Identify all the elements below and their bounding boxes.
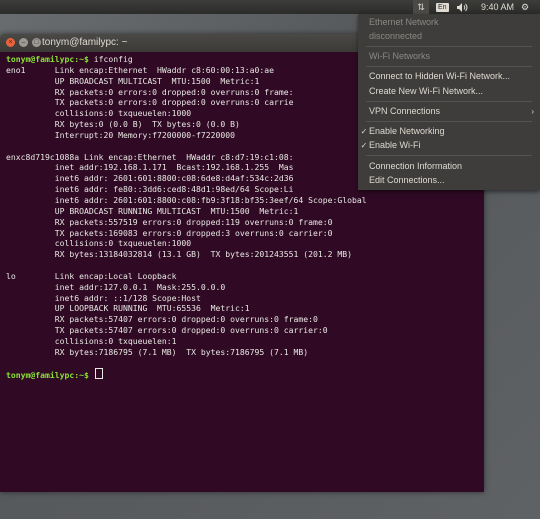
enable-wifi-item[interactable]: ✓ Enable Wi-Fi xyxy=(358,138,540,152)
maximize-icon: □ xyxy=(34,39,39,46)
terminal-line-text: RX packets:0 errors:0 dropped:0 overruns… xyxy=(6,86,294,97)
maximize-button[interactable]: □ xyxy=(32,38,41,47)
terminal-line: RX packets:57407 errors:0 dropped:0 over… xyxy=(6,314,484,325)
terminal-line-text: inet6 addr: ::1/128 Scope:Host xyxy=(6,292,201,303)
wifi-networks-header: Wi-Fi Networks xyxy=(358,49,540,63)
keyboard-indicator[interactable]: En xyxy=(436,0,449,14)
window-title: tonym@familypc: ~ xyxy=(42,37,128,48)
terminal-line-text: UP BROADCAST RUNNING MULTICAST MTU:1500 … xyxy=(6,205,299,216)
chevron-right-icon: › xyxy=(531,106,534,116)
terminal-line-text: inet addr:127.0.0.1 Mask:255.0.0.0 xyxy=(6,281,226,292)
top-panel: ⇅ En 9:40 AM ⚙ xyxy=(0,0,540,14)
vpn-label: VPN Connections xyxy=(369,106,441,116)
enable-networking-item[interactable]: ✓ Enable Networking xyxy=(358,124,540,138)
speaker-icon xyxy=(457,2,468,12)
menu-separator xyxy=(366,155,532,156)
terminal-line: lo Link encap:Local Loopback xyxy=(6,271,484,282)
terminal-line: RX bytes:13184032814 (13.1 GB) TX bytes:… xyxy=(6,249,484,260)
terminal-line-text: TX packets:0 errors:0 dropped:0 overruns… xyxy=(6,97,294,108)
terminal-line-text: TX packets:57407 errors:0 dropped:0 over… xyxy=(6,325,328,336)
minimize-icon: – xyxy=(21,39,26,46)
shell-prompt: tonym@familypc:~$ xyxy=(6,54,89,64)
terminal-line-text: RX packets:557519 errors:0 dropped:119 o… xyxy=(6,216,333,227)
terminal-line: RX packets:557519 errors:0 dropped:119 o… xyxy=(6,217,484,228)
terminal-line-text: inet addr:192.168.1.171 Bcast:192.168.1.… xyxy=(6,162,294,173)
wifi-header-label: Wi-Fi Networks xyxy=(369,51,430,61)
connect-hidden-label: Connect to Hidden Wi-Fi Network... xyxy=(369,71,511,81)
terminal-line: TX packets:169083 errors:0 dropped:3 ove… xyxy=(6,228,484,239)
connection-information-item[interactable]: Connection Information xyxy=(358,159,540,173)
terminal-line: collisions:0 txqueuelen:1 xyxy=(6,336,484,347)
ethernet-status: disconnected xyxy=(358,29,540,43)
enable-networking-label: Enable Networking xyxy=(369,126,445,136)
volume-indicator[interactable] xyxy=(457,0,469,14)
menu-separator xyxy=(366,121,532,122)
connection-info-label: Connection Information xyxy=(369,161,463,171)
terminal-line: collisions:0 txqueuelen:1000 xyxy=(6,238,484,249)
terminal-line-text: UP BROADCAST MULTICAST MTU:1500 Metric:1 xyxy=(6,75,260,86)
network-arrows-icon: ⇅ xyxy=(417,1,425,12)
terminal-line: RX bytes:7186795 (7.1 MB) TX bytes:71867… xyxy=(6,347,484,358)
close-button[interactable]: × xyxy=(6,38,15,47)
terminal-line-text: eno1 Link encap:Ethernet HWaddr c8:60:00… xyxy=(6,64,275,75)
terminal-line: UP LOOPBACK RUNNING MTU:65536 Metric:1 xyxy=(6,303,484,314)
terminal-line-text: lo Link encap:Local Loopback xyxy=(6,270,177,281)
connect-hidden-wifi-item[interactable]: Connect to Hidden Wi-Fi Network... xyxy=(358,69,540,83)
system-menu-indicator[interactable]: ⚙ xyxy=(521,0,529,14)
terminal-line-text xyxy=(89,370,94,380)
menu-separator xyxy=(366,66,532,67)
menu-separator xyxy=(366,46,532,47)
edit-connections-label: Edit Connections... xyxy=(369,175,445,185)
terminal-line: tonym@familypc:~$ xyxy=(6,368,484,381)
terminal-line-text: inet6 addr: fe80::3dd6:ced8:48d1:98ed/64… xyxy=(6,184,294,195)
terminal-line-text: collisions:0 txqueuelen:1 xyxy=(6,335,177,346)
terminal-line-text: UP LOOPBACK RUNNING MTU:65536 Metric:1 xyxy=(6,303,250,314)
shell-prompt: tonym@familypc:~$ xyxy=(6,370,89,381)
terminal-line-text: ifconfig xyxy=(88,54,133,64)
edit-connections-item[interactable]: Edit Connections... xyxy=(358,173,540,187)
menu-separator xyxy=(366,101,532,102)
clock-label: 9:40 AM xyxy=(481,2,515,12)
ethernet-network-header: Ethernet Network xyxy=(358,15,540,29)
terminal-line: TX packets:57407 errors:0 dropped:0 over… xyxy=(6,325,484,336)
network-menu: Ethernet Network disconnected Wi-Fi Netw… xyxy=(358,14,540,190)
terminal-line-text: collisions:0 txqueuelen:1000 xyxy=(6,108,192,119)
terminal-line: inet6 addr: 2601:601:8800:c08:fb9:3f18:b… xyxy=(6,195,484,206)
enable-wifi-label: Enable Wi-Fi xyxy=(369,140,421,150)
terminal-line-text: RX bytes:7186795 (7.1 MB) TX bytes:71867… xyxy=(6,346,309,357)
terminal-cursor xyxy=(94,368,103,380)
network-indicator[interactable]: ⇅ xyxy=(413,0,429,14)
terminal-line-text: RX bytes:0 (0.0 B) TX bytes:0 (0.0 B) xyxy=(6,119,240,130)
gear-icon: ⚙ xyxy=(521,1,530,12)
minimize-button[interactable]: – xyxy=(19,38,28,47)
checkmark-icon: ✓ xyxy=(360,126,368,136)
terminal-line: UP BROADCAST RUNNING MULTICAST MTU:1500 … xyxy=(6,206,484,217)
terminal-line-text: RX packets:57407 errors:0 dropped:0 over… xyxy=(6,314,318,325)
vpn-connections-item[interactable]: VPN Connections › xyxy=(358,104,540,118)
terminal-line: inet6 addr: ::1/128 Scope:Host xyxy=(6,293,484,304)
terminal-line-text: inet6 addr: 2601:601:8800:c08:6de8:d4af:… xyxy=(6,173,294,184)
checkmark-icon: ✓ xyxy=(360,140,368,150)
terminal-line-text: TX packets:169083 errors:0 dropped:3 ove… xyxy=(6,227,333,238)
terminal-line-text: enxc8d719c1088a Link encap:Ethernet HWad… xyxy=(6,151,294,162)
terminal-line-text: collisions:0 txqueuelen:1000 xyxy=(6,238,192,249)
keyboard-layout-label: En xyxy=(436,2,449,12)
create-wifi-item[interactable]: Create New Wi-Fi Network... xyxy=(358,84,540,98)
ethernet-status-label: disconnected xyxy=(369,31,423,41)
terminal-line-text: inet6 addr: 2601:601:8800:c08:fb9:3f18:b… xyxy=(6,194,367,205)
clock[interactable]: 9:40 AM xyxy=(481,0,514,14)
terminal-line: inet addr:127.0.0.1 Mask:255.0.0.0 xyxy=(6,282,484,293)
close-icon: × xyxy=(8,39,13,46)
ethernet-header-label: Ethernet Network xyxy=(369,17,439,27)
terminal-line-text: RX bytes:13184032814 (13.1 GB) TX bytes:… xyxy=(6,249,352,260)
terminal-line-text: Interrupt:20 Memory:f7200000-f7220000 xyxy=(6,129,236,140)
create-wifi-label: Create New Wi-Fi Network... xyxy=(369,86,484,96)
